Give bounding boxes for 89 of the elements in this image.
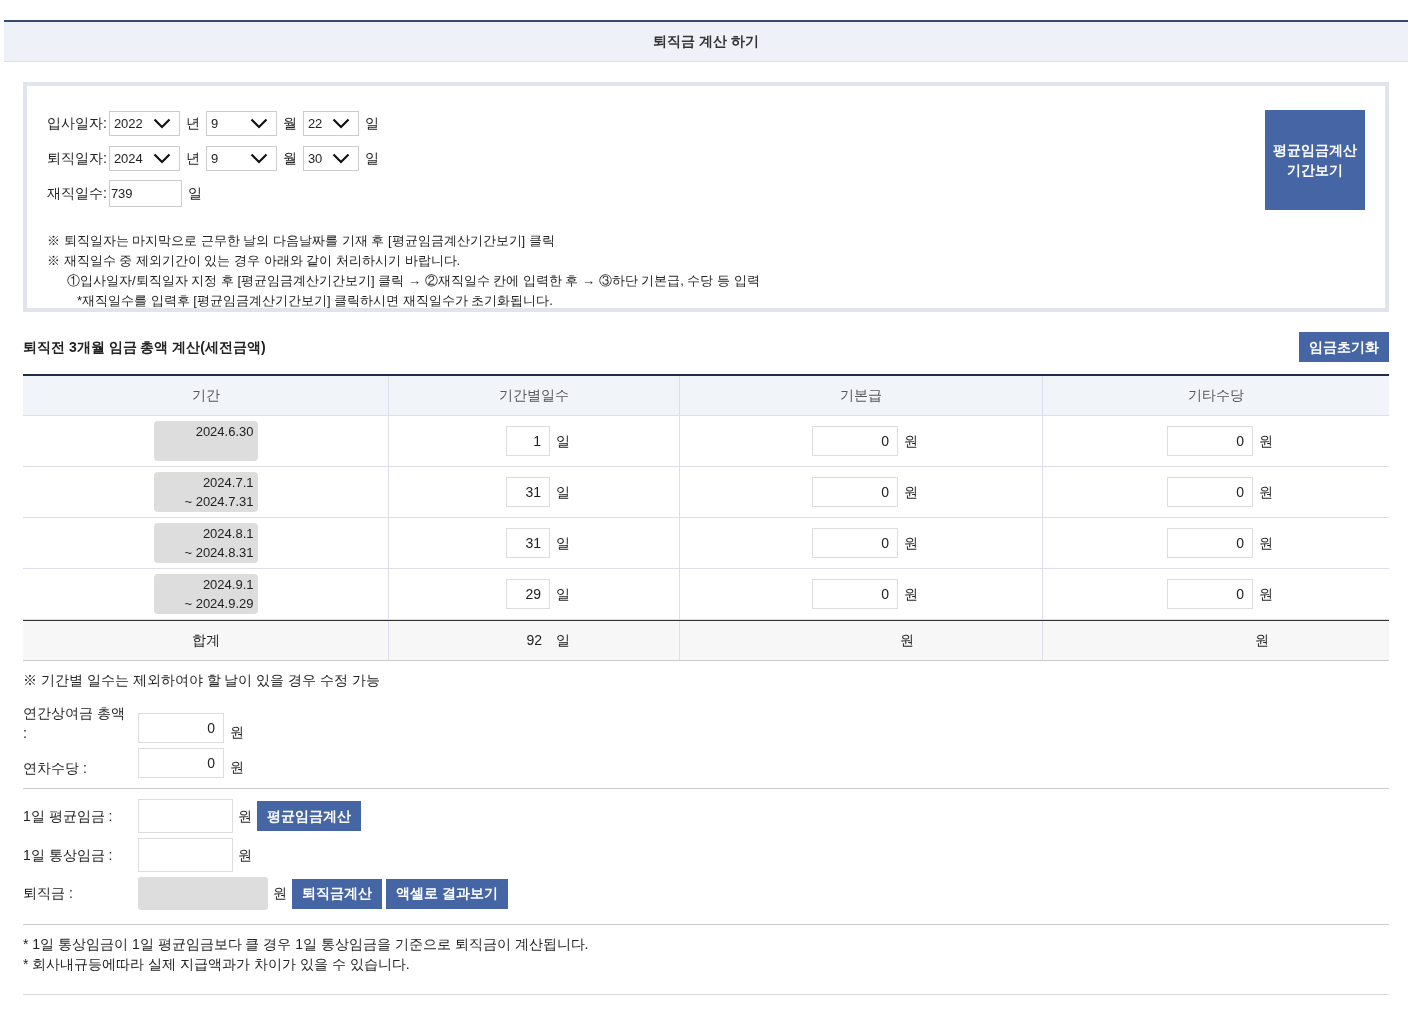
number-field[interactable]: 0 bbox=[812, 528, 898, 558]
action-button[interactable]: 평균임금계산 bbox=[257, 801, 361, 831]
total-label: 합계 bbox=[191, 631, 220, 650]
note-text: ①입사일자/퇴직일자 지정 후 [평균임금계산기간보기] 클릭 → ②재직일수 칸에 입력한 후 → ③하단 기본급, 수당 등 입력 bbox=[67, 273, 760, 288]
unit-label: 일 bbox=[555, 584, 571, 604]
unit-label: 일 bbox=[555, 631, 571, 650]
field-label: 연차수당 : bbox=[23, 759, 88, 778]
unit-label: 원 bbox=[903, 533, 919, 553]
date-select[interactable]: 30 bbox=[302, 146, 359, 171]
field-label: 입사일자: bbox=[47, 114, 107, 133]
column-header: 기본급 bbox=[840, 386, 882, 405]
number-field[interactable]: 31 bbox=[506, 477, 550, 507]
unit-label: 원 bbox=[272, 884, 288, 903]
field-label: 재직일수: bbox=[47, 184, 107, 203]
period-field: 2024.6.30 bbox=[153, 421, 258, 461]
note-text: ※ 재직일수 중 제외기간이 있는 경우 아래와 같이 처리하시기 바랍니다. bbox=[47, 253, 461, 268]
chevron-down-icon bbox=[152, 118, 171, 129]
number-field[interactable]: 29 bbox=[506, 579, 550, 609]
number-field[interactable]: 0 bbox=[812, 426, 898, 456]
amount-field[interactable] bbox=[138, 838, 233, 872]
field-label: 1일 통상임금 : bbox=[23, 845, 114, 865]
number-field[interactable]: 31 bbox=[506, 528, 550, 558]
table-note: ※ 기간별 일수는 제외하여야 할 날이 있을 경우 수정 가능 bbox=[23, 672, 380, 688]
amount-field[interactable] bbox=[138, 799, 233, 833]
number-field[interactable]: 1 bbox=[506, 426, 550, 456]
column-header: 기타수당 bbox=[1188, 386, 1244, 405]
number-field[interactable]: 0 bbox=[812, 579, 898, 609]
footnote: * 1일 통상임금이 1일 평균임금보다 클 경우 1일 통상임금을 기준으로 퇴직금이 계산됩니다. bbox=[23, 936, 589, 952]
unit-label: 원 bbox=[229, 758, 245, 777]
date-select[interactable]: 2022 bbox=[108, 111, 180, 136]
column-header: 기간별일수 bbox=[499, 386, 569, 405]
footnote: * 회사내규등에따라 실제 지급액과가 차이가 있을 수 있습니다. bbox=[23, 956, 410, 972]
number-field[interactable]: 0 bbox=[1167, 426, 1253, 456]
unit-label: 월 bbox=[281, 149, 298, 168]
date-select[interactable]: 9 bbox=[205, 111, 277, 136]
unit-label: 일 bbox=[555, 482, 571, 502]
note-text: *재직일수를 입력후 [평균임금계산기간보기] 클릭하시면 재직일수가 초기화됩니다. bbox=[77, 293, 553, 308]
unit-label: 일 bbox=[555, 431, 571, 451]
number-field[interactable]: 0 bbox=[812, 477, 898, 507]
note-text: ※ 퇴직일자는 마지막으로 근무한 날의 다음날짜를 기재 후 [평균임금계산기간보기] 클릭 bbox=[47, 233, 555, 248]
action-button[interactable]: 임금초기화 bbox=[1299, 332, 1389, 362]
unit-label: 일 bbox=[363, 114, 380, 133]
unit-label: 원 bbox=[903, 482, 919, 502]
period-field: 2024.8.1 ~ 2024.8.31 bbox=[153, 523, 258, 563]
field-label: 연간상여금 총액 : bbox=[23, 704, 126, 743]
number-field[interactable]: 0 bbox=[1167, 528, 1253, 558]
unit-label: 원 bbox=[903, 431, 919, 451]
chevron-down-icon bbox=[249, 153, 268, 164]
number-field[interactable]: 0 bbox=[138, 713, 224, 743]
page-title: 퇴직금 계산 하기 bbox=[653, 32, 759, 51]
date-select[interactable]: 9 bbox=[205, 146, 277, 171]
unit-label: 원 bbox=[1258, 584, 1274, 604]
unit-label: 원 bbox=[237, 845, 253, 865]
field-label: 1일 평균임금 : bbox=[23, 806, 114, 826]
action-button[interactable]: 액셀로 결과보기 bbox=[386, 878, 508, 909]
number-field[interactable]: 0 bbox=[1167, 579, 1253, 609]
column-header: 기간 bbox=[191, 386, 220, 405]
chevron-down-icon bbox=[152, 153, 171, 164]
field-label: 퇴직금 : bbox=[23, 884, 74, 903]
tenure-field[interactable]: 739 bbox=[108, 180, 182, 207]
unit-label: 일 bbox=[363, 149, 380, 168]
unit-label: 원 bbox=[1258, 482, 1274, 502]
unit-label: 일 bbox=[555, 533, 571, 553]
section-title: 퇴직전 3개월 임금 총액 계산(세전금액) bbox=[23, 337, 266, 357]
action-button[interactable]: 퇴직금계산 bbox=[292, 878, 382, 909]
period-field: 2024.9.1 ~ 2024.9.29 bbox=[153, 574, 258, 614]
period-field: 2024.7.1 ~ 2024.7.31 bbox=[153, 472, 258, 512]
date-select[interactable]: 22 bbox=[302, 111, 359, 136]
unit-label: 원 bbox=[237, 806, 253, 826]
unit-label: 원 bbox=[1258, 431, 1274, 451]
unit-label: 년 bbox=[184, 149, 201, 168]
chevron-down-icon bbox=[331, 118, 350, 129]
readonly-field[interactable] bbox=[138, 877, 268, 910]
chevron-down-icon bbox=[249, 118, 268, 129]
date-select[interactable]: 2024 bbox=[108, 146, 180, 171]
unit-label: 원 bbox=[1258, 533, 1274, 553]
unit-label: 일 bbox=[186, 184, 203, 203]
unit-label: 원 bbox=[229, 723, 245, 742]
unit-label: 월 bbox=[281, 114, 298, 133]
unit-label: 원 bbox=[903, 584, 919, 604]
unit-label: 원 bbox=[1254, 631, 1270, 650]
chevron-down-icon bbox=[331, 153, 350, 164]
total-days: 92 bbox=[506, 630, 550, 651]
number-field[interactable]: 0 bbox=[138, 748, 224, 778]
period-view-button[interactable]: 평균임금계산 기간보기 bbox=[1265, 110, 1365, 210]
number-field[interactable]: 0 bbox=[1167, 477, 1253, 507]
field-label: 퇴직일자: bbox=[47, 149, 107, 168]
unit-label: 원 bbox=[899, 631, 915, 650]
unit-label: 년 bbox=[184, 114, 201, 133]
